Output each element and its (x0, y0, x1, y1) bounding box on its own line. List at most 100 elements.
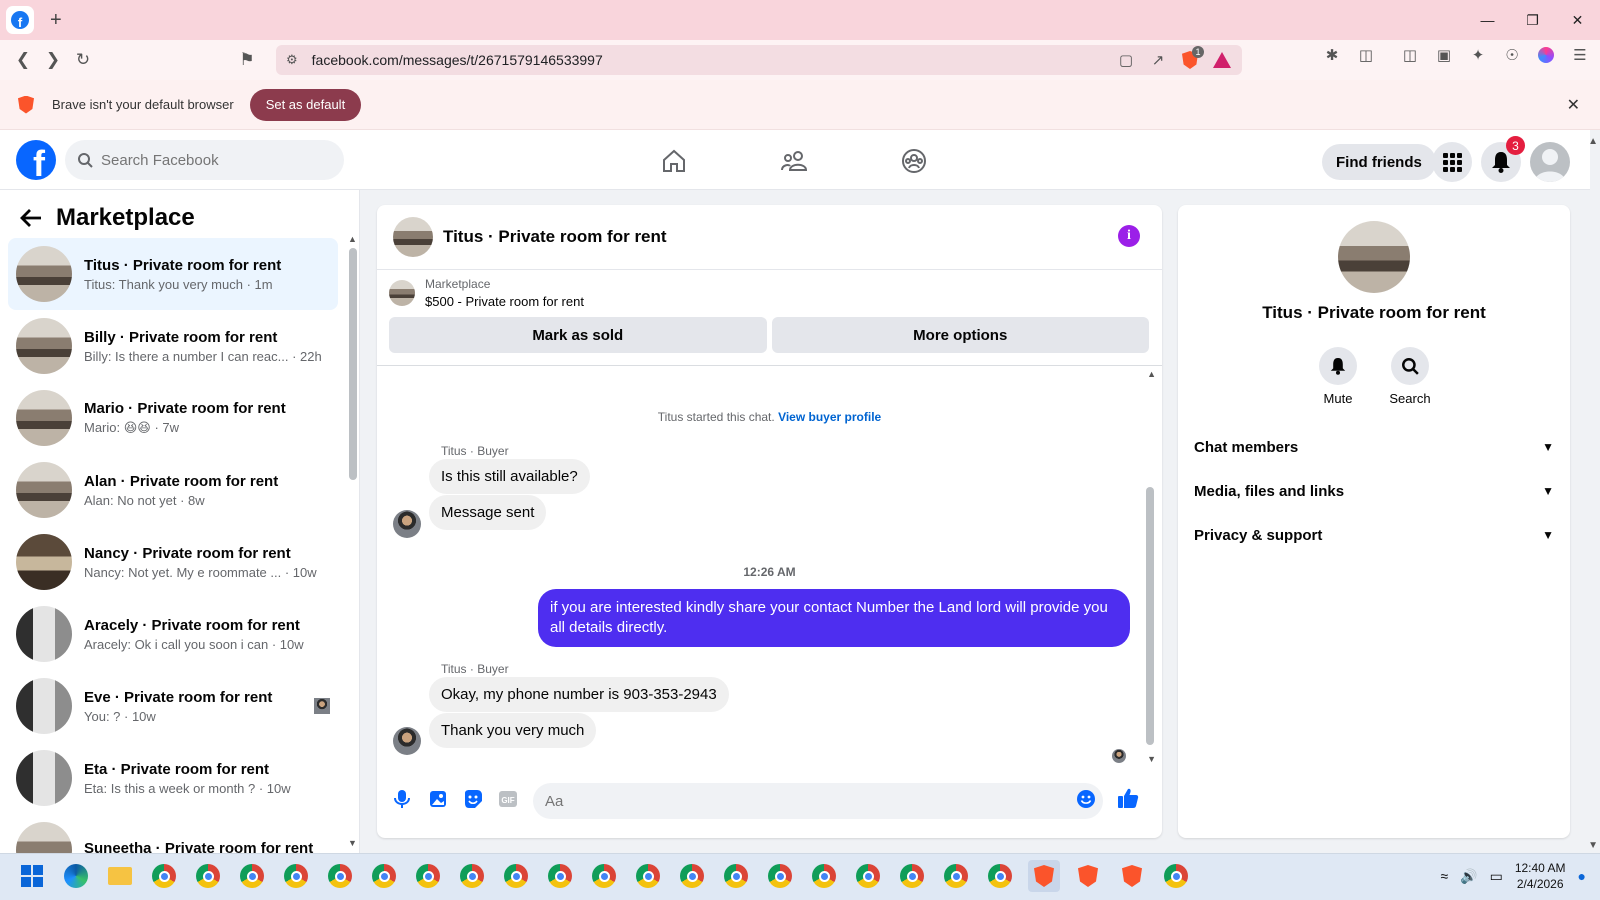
chrome-app[interactable] (720, 860, 752, 892)
sender-avatar[interactable] (393, 510, 421, 538)
close-window-icon[interactable]: ✕ (1555, 0, 1600, 40)
sidebar-toggle-icon[interactable]: ◫ (1400, 45, 1420, 65)
account-avatar[interactable] (1530, 142, 1570, 182)
chat-avatar[interactable] (393, 217, 433, 257)
search-action[interactable]: Search (1380, 347, 1440, 406)
start-button[interactable] (16, 860, 48, 892)
thread-scroll-down-icon[interactable]: ▼ (1147, 754, 1156, 764)
chrome-app[interactable] (676, 860, 708, 892)
conversation-item[interactable]: Alan · Private room for rent Alan: No not… (8, 454, 338, 526)
conversation-item[interactable]: Mario · Private room for rent Mario: 😆😆 ·… (8, 382, 338, 454)
mute-action[interactable]: Mute (1308, 347, 1368, 406)
battery-icon[interactable]: ▭ (1490, 868, 1503, 885)
new-tab-icon[interactable]: + (50, 9, 62, 32)
search-facebook[interactable] (65, 140, 344, 180)
chat-members-section[interactable]: Chat members ▼ (1194, 425, 1554, 469)
list-scroll-up-icon[interactable]: ▲ (348, 234, 357, 244)
chrome-app[interactable] (896, 860, 928, 892)
install-app-icon[interactable]: ▢ (1116, 50, 1136, 70)
conversation-item[interactable]: Eta · Private room for rent Eta: Is this … (8, 742, 338, 814)
notification-center-icon[interactable]: ● (1578, 868, 1586, 884)
bookmark-icon[interactable]: ⚑ (232, 45, 262, 75)
set-as-default-button[interactable]: Set as default (249, 88, 362, 121)
chrome-app[interactable] (192, 860, 224, 892)
chrome-app[interactable] (368, 860, 400, 892)
sender-avatar[interactable] (393, 727, 421, 755)
facebook-tab[interactable]: f (6, 6, 34, 34)
conversation-item[interactable]: Nancy · Private room for rent Nancy: Not … (8, 526, 338, 598)
chrome-app[interactable] (456, 860, 488, 892)
chrome-app[interactable] (940, 860, 972, 892)
minimize-icon[interactable]: — (1465, 0, 1510, 40)
chrome-app[interactable] (588, 860, 620, 892)
chrome-app[interactable] (808, 860, 840, 892)
wallet-icon[interactable]: ▣ (1434, 45, 1454, 65)
leo-ai-icon[interactable]: ✦ (1468, 45, 1488, 65)
page-scroll-up-icon[interactable]: ▲ (1588, 136, 1598, 147)
find-friends-button[interactable]: Find friends (1322, 144, 1436, 180)
groups-nav[interactable] (884, 140, 944, 182)
chrome-app[interactable] (148, 860, 180, 892)
conversation-item[interactable]: Suneetha · Private room for rent (8, 814, 338, 853)
mark-as-sold-button[interactable]: Mark as sold (389, 317, 767, 353)
wifi-icon[interactable]: ≈ (1440, 868, 1448, 884)
photo-icon[interactable] (427, 788, 449, 810)
conversation-item[interactable]: Aracely · Private room for rent Aracely: … (8, 598, 338, 670)
thread-scroll-up-icon[interactable]: ▲ (1147, 369, 1156, 379)
chat-title[interactable]: Titus · Private room for rent (443, 227, 667, 247)
view-buyer-profile-link[interactable]: View buyer profile (778, 410, 881, 424)
file-explorer-app[interactable] (104, 860, 136, 892)
more-options-button[interactable]: More options (771, 317, 1149, 353)
incoming-message[interactable]: Is this still available? (429, 459, 590, 494)
brave-app[interactable] (1028, 860, 1060, 892)
listing-price-title[interactable]: $500 - Private room for rent (425, 294, 584, 309)
emoji-icon[interactable] (1075, 788, 1097, 810)
incoming-message[interactable]: Thank you very much (429, 713, 597, 748)
sticker-icon[interactable] (462, 788, 484, 810)
close-infobar-icon[interactable]: ✕ (1567, 95, 1580, 115)
profile-icon[interactable] (1536, 45, 1556, 65)
chrome-app[interactable] (280, 860, 312, 892)
friends-nav[interactable] (764, 140, 824, 182)
chrome-app[interactable] (236, 860, 268, 892)
address-bar[interactable]: ⚙ facebook.com/messages/t/26715791465339… (276, 45, 1242, 75)
list-scroll-down-icon[interactable]: ▼ (348, 838, 357, 848)
privacy-support-section[interactable]: Privacy & support ▼ (1194, 513, 1554, 557)
chrome-app[interactable] (852, 860, 884, 892)
vpn-icon[interactable]: ☉ (1502, 45, 1522, 65)
chrome-app[interactable] (632, 860, 664, 892)
details-avatar[interactable] (1338, 221, 1410, 293)
chrome-app[interactable] (764, 860, 796, 892)
volume-icon[interactable]: 🔊 (1460, 868, 1477, 885)
conversation-item[interactable]: Billy · Private room for rent Billy: Is t… (8, 310, 338, 382)
tab-search-icon[interactable]: ◫ (1356, 45, 1376, 65)
gif-icon[interactable]: GIF (497, 788, 519, 810)
notifications-button[interactable]: 3 (1481, 136, 1525, 182)
extensions-icon[interactable]: ✱ (1322, 45, 1342, 65)
message-input[interactable] (533, 783, 1103, 819)
chrome-app[interactable] (324, 860, 356, 892)
chrome-app[interactable] (1160, 860, 1192, 892)
home-nav[interactable] (644, 140, 704, 182)
brave-rewards-icon[interactable] (1212, 50, 1232, 70)
chrome-app[interactable] (500, 860, 532, 892)
forward-icon[interactable]: ❯ (38, 45, 68, 75)
clock[interactable]: 12:40 AM 2/4/2026 (1515, 860, 1566, 892)
brave-app[interactable] (1072, 860, 1104, 892)
restore-icon[interactable]: ❐ (1510, 0, 1555, 40)
site-settings-icon[interactable]: ⚙ (286, 52, 298, 68)
outgoing-message[interactable]: if you are interested kindly share your … (538, 589, 1130, 647)
facebook-logo-icon[interactable]: f (16, 140, 56, 180)
conversation-item[interactable]: Titus · Private room for rent Titus: Than… (8, 238, 338, 310)
incoming-message[interactable]: Message sent (429, 495, 547, 530)
conversation-item[interactable]: Eve · Private room for rent You: ? · 10w (8, 670, 338, 742)
edge-app[interactable] (60, 860, 92, 892)
reload-icon[interactable]: ↻ (68, 45, 98, 75)
media-files-links-section[interactable]: Media, files and links ▼ (1194, 469, 1554, 513)
share-icon[interactable]: ↗ (1148, 50, 1168, 70)
search-input[interactable] (101, 151, 321, 169)
back-arrow-icon[interactable] (20, 208, 42, 228)
chrome-app[interactable] (412, 860, 444, 892)
menu-button[interactable] (1432, 142, 1472, 182)
microphone-icon[interactable] (391, 788, 413, 810)
